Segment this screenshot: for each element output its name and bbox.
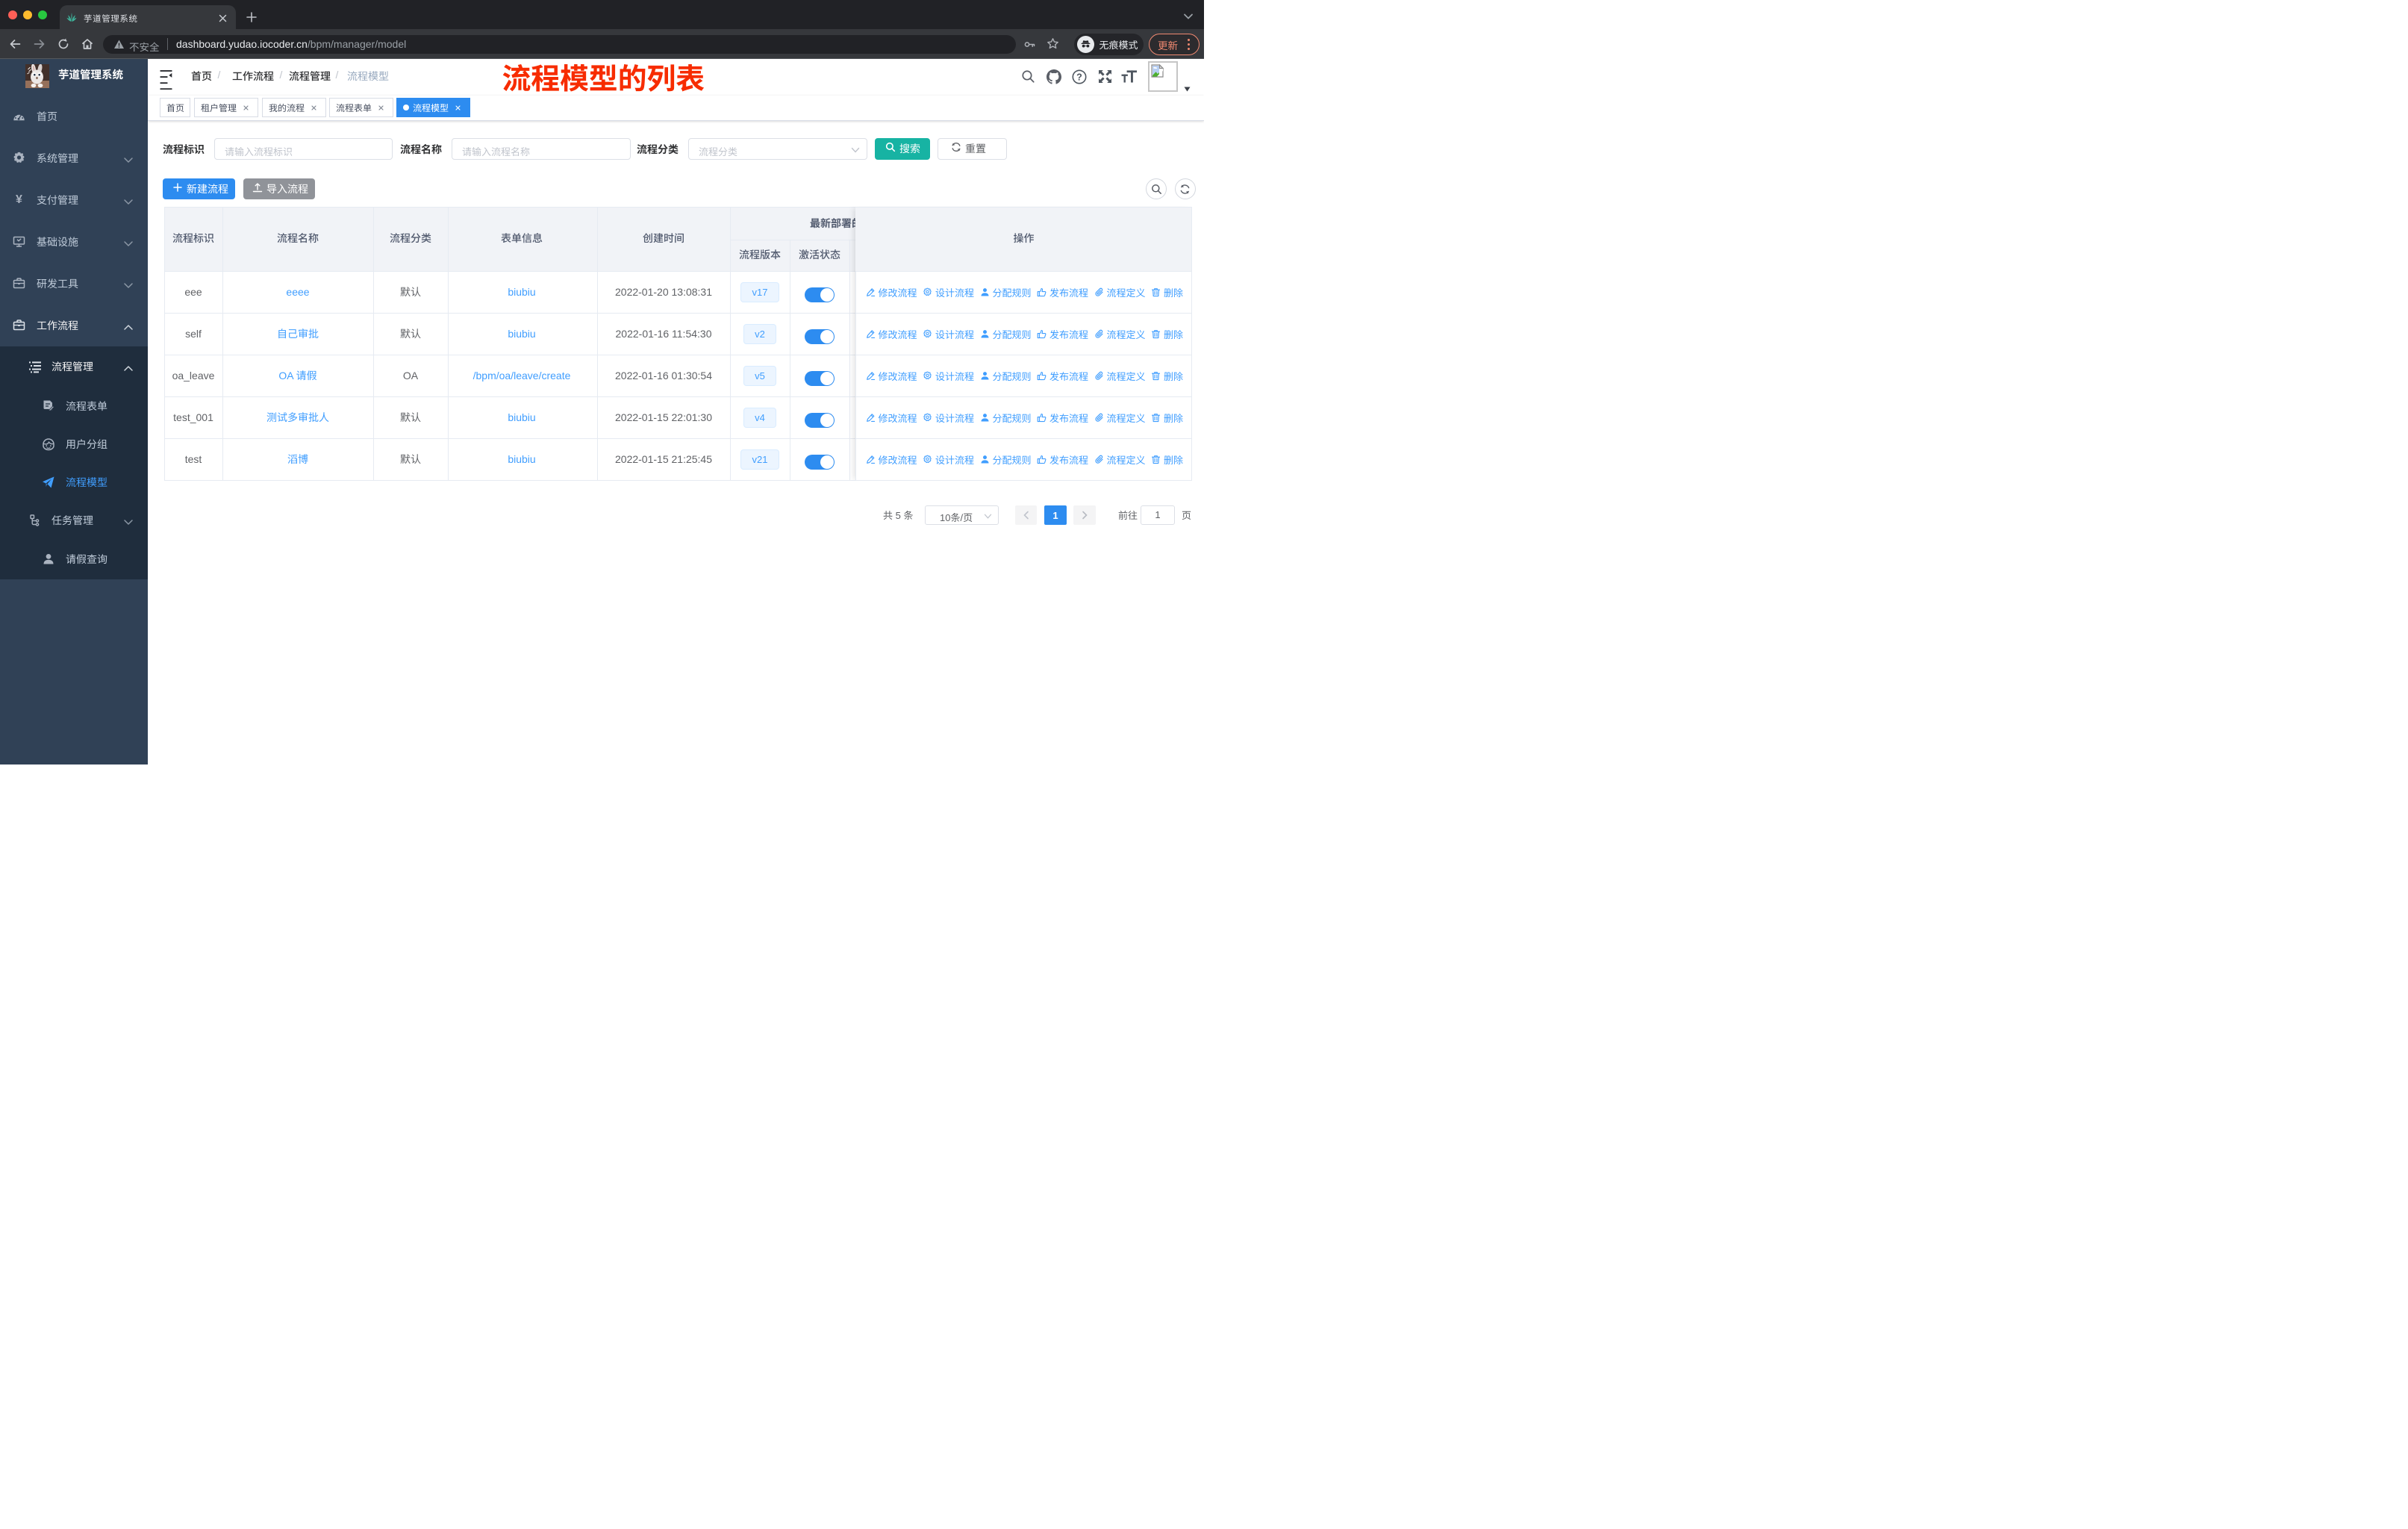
svg-text:?: ?	[1076, 72, 1082, 82]
